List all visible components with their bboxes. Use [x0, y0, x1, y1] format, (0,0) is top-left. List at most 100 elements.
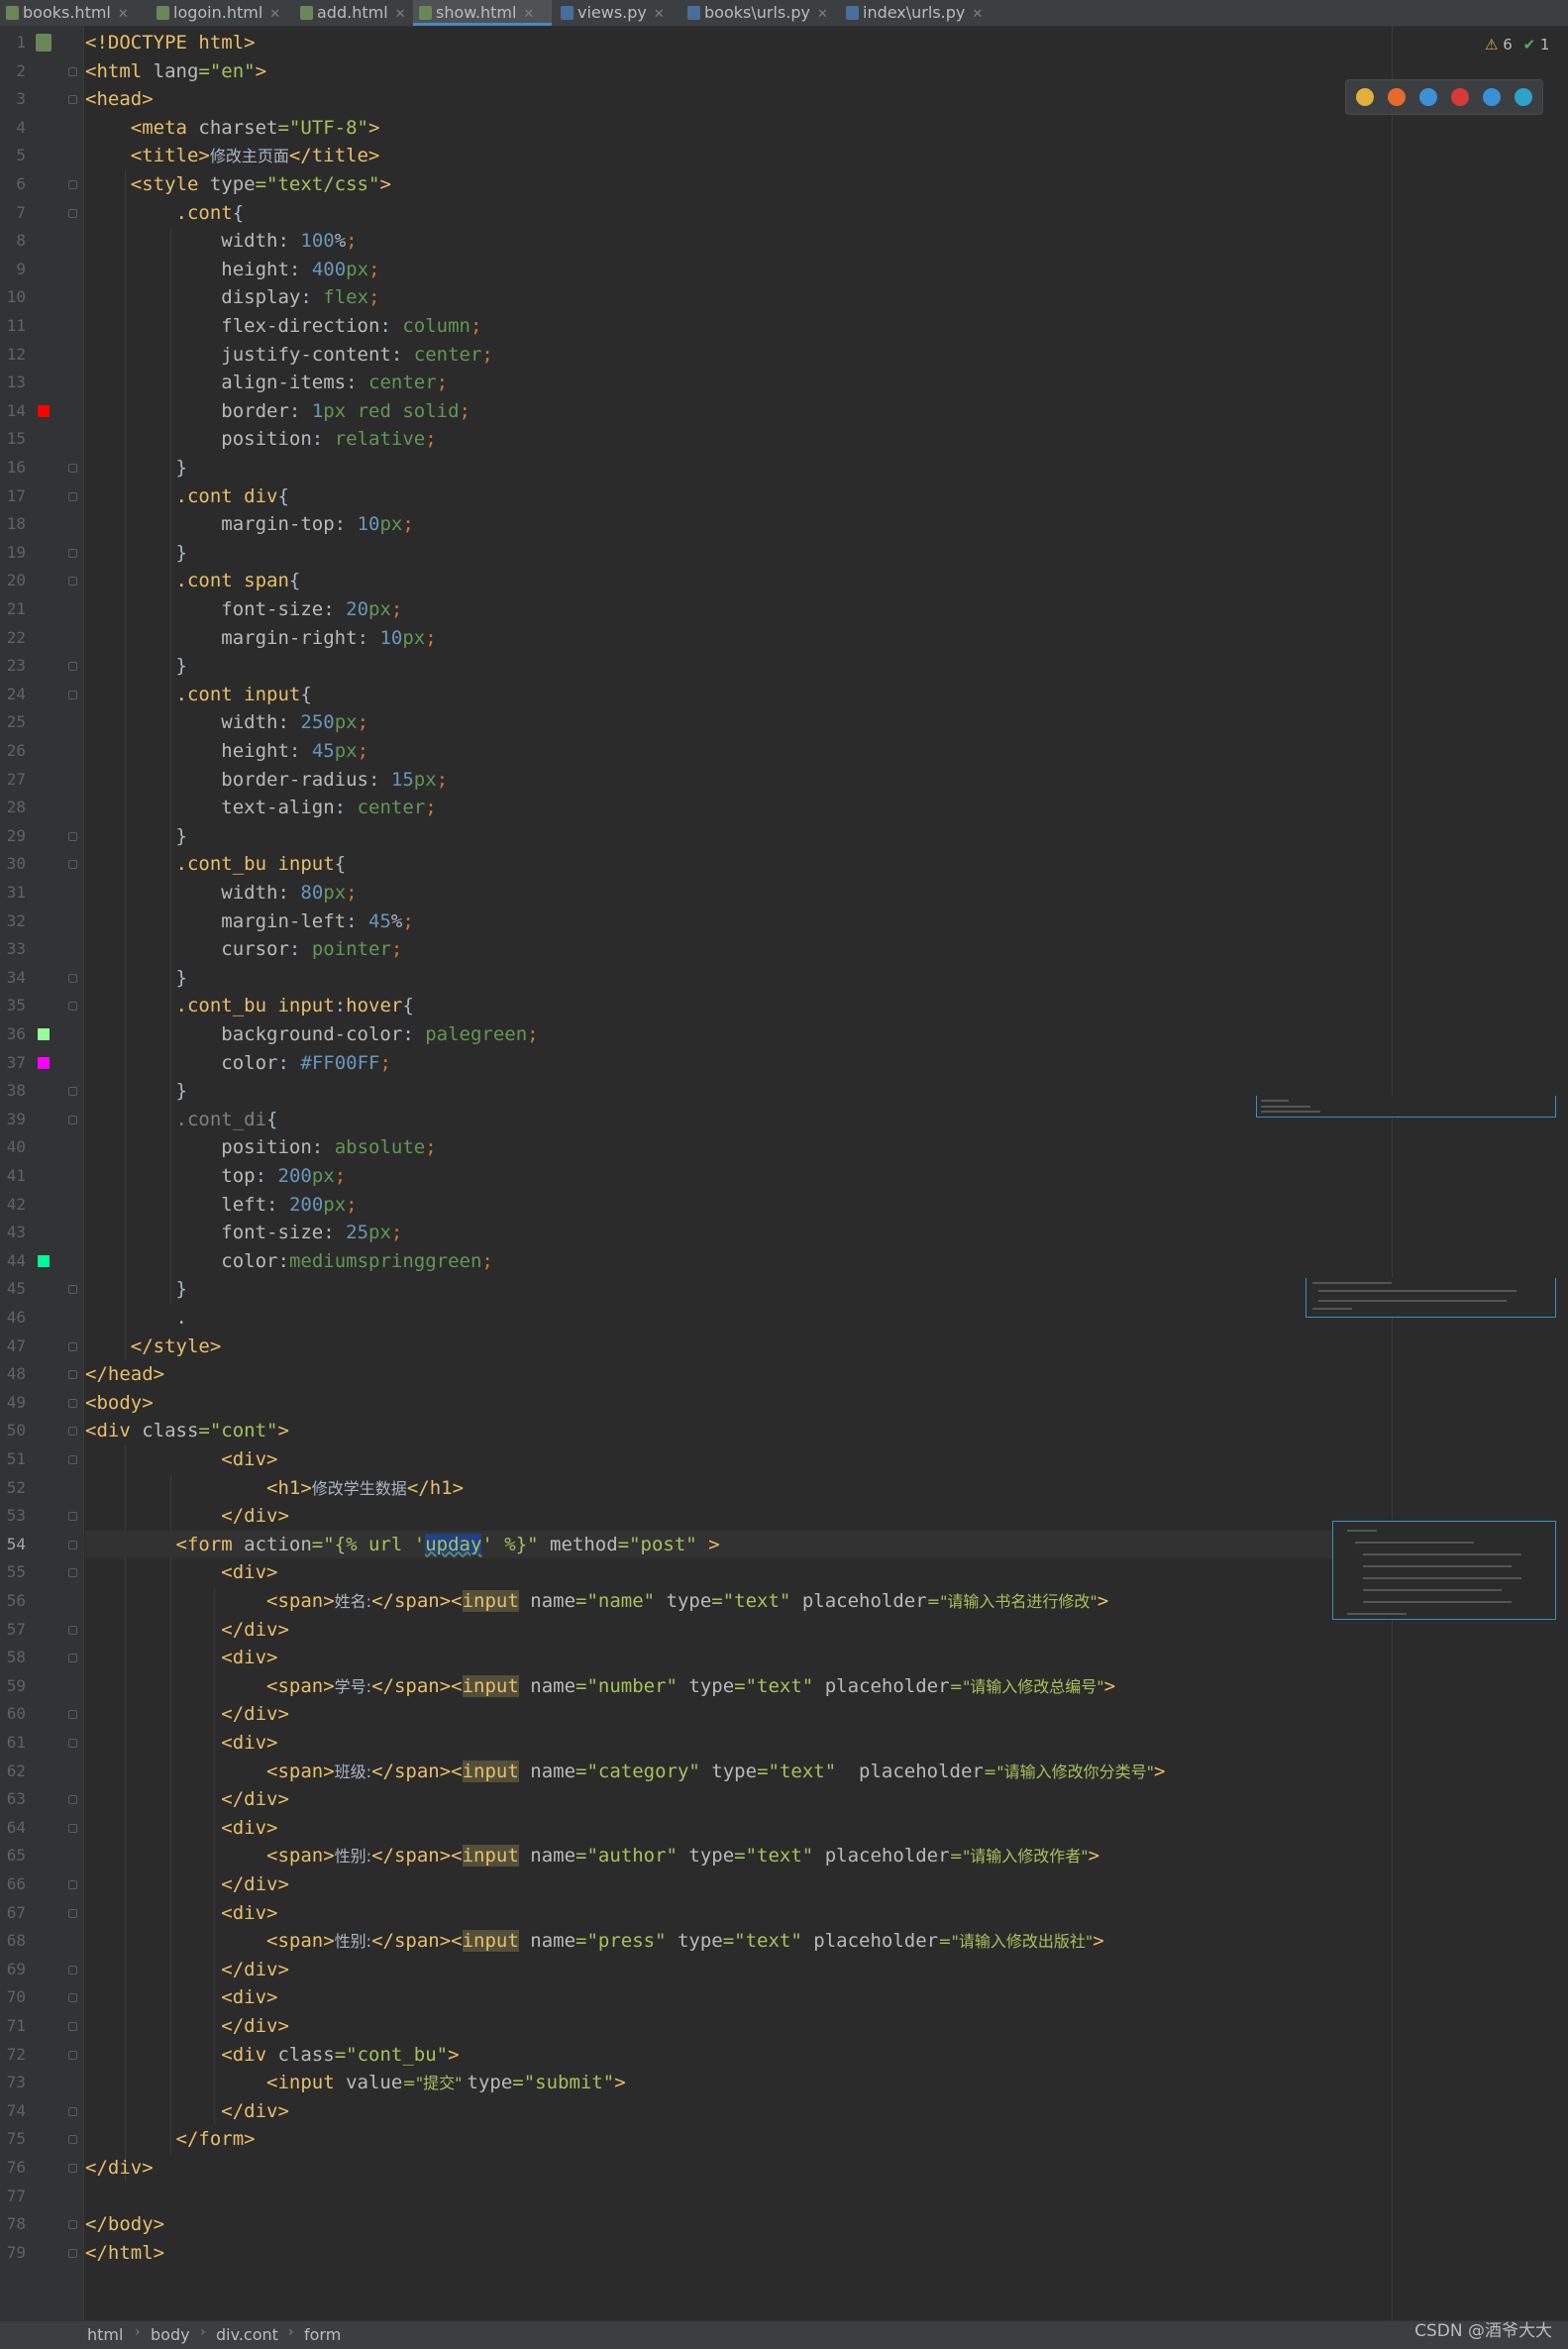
breadcrumb-item[interactable]: html: [87, 2325, 123, 2344]
ie-icon[interactable]: [1483, 88, 1501, 106]
code-line[interactable]: <div>: [85, 1814, 1391, 1843]
close-icon[interactable]: ✕: [269, 7, 280, 22]
code-line[interactable]: <body>: [85, 1389, 1391, 1418]
code-line[interactable]: .cont span{: [85, 567, 1391, 595]
code-line[interactable]: <div>: [85, 1644, 1391, 1672]
code-line[interactable]: </div>: [85, 1616, 1391, 1645]
code-line[interactable]: height: 45px;: [85, 737, 1391, 766]
fold-marker-icon[interactable]: [68, 2220, 77, 2230]
tab-add-html[interactable]: add.html ✕: [294, 0, 409, 26]
code-line[interactable]: background-color: palegreen;: [85, 1020, 1391, 1049]
code-line[interactable]: <div>: [85, 1899, 1391, 1928]
code-line[interactable]: }: [85, 964, 1391, 993]
code-line[interactable]: color:mediumspringgreen;: [85, 1247, 1391, 1276]
code-line[interactable]: color: #FF00FF;: [85, 1049, 1391, 1078]
fold-marker-icon[interactable]: [68, 1285, 77, 1295]
code-line[interactable]: position: absolute;: [85, 1133, 1391, 1162]
code-line[interactable]: <span>性别:</span><input name="author" typ…: [85, 1842, 1391, 1870]
code-line[interactable]: </div>: [85, 1956, 1391, 1984]
fold-marker-icon[interactable]: [68, 662, 77, 672]
color-swatch[interactable]: [38, 404, 50, 417]
code-line[interactable]: </div>: [85, 2012, 1391, 2041]
fold-marker-icon[interactable]: [68, 180, 77, 189]
code-line[interactable]: width: 80px;: [85, 879, 1391, 908]
fold-marker-icon[interactable]: [68, 1540, 77, 1549]
code-line[interactable]: .cont{: [85, 199, 1391, 228]
fold-marker-icon[interactable]: [68, 1625, 77, 1635]
fold-marker-icon[interactable]: [68, 860, 77, 870]
code-line[interactable]: .cont_bu input{: [85, 850, 1391, 879]
code-line[interactable]: <title>修改主页面</title>: [85, 142, 1391, 170]
code-line[interactable]: <h1>修改学生数据</h1>: [85, 1474, 1391, 1503]
code-line[interactable]: <style type="text/css">: [85, 170, 1391, 199]
code-line[interactable]: </html>: [85, 2239, 1391, 2268]
code-line[interactable]: </div>: [85, 2154, 1391, 2183]
code-line[interactable]: <form action="{% url 'upday' %}" method=…: [85, 1530, 1391, 1559]
tab-show-html[interactable]: show.html ✕: [413, 0, 552, 26]
safari-icon[interactable]: [1419, 88, 1437, 106]
code-line[interactable]: }: [85, 822, 1391, 851]
code-line[interactable]: <span>学号:</span><input name="number" typ…: [85, 1672, 1391, 1701]
code-line[interactable]: <!DOCTYPE html>: [85, 29, 1391, 57]
fold-marker-icon[interactable]: [68, 1341, 77, 1351]
code-line[interactable]: border-radius: 15px;: [85, 766, 1391, 795]
code-line[interactable]: <div>: [85, 1445, 1391, 1474]
fold-marker-icon[interactable]: [68, 208, 77, 218]
code-line[interactable]: </div>: [85, 1785, 1391, 1814]
opera-icon[interactable]: [1451, 88, 1469, 106]
code-line[interactable]: .cont input{: [85, 681, 1391, 709]
code-line[interactable]: align-items: center;: [85, 369, 1391, 397]
code-line[interactable]: </head>: [85, 1360, 1391, 1389]
tab-views-py[interactable]: views.py ✕: [555, 0, 678, 26]
code-line[interactable]: text-align: center;: [85, 794, 1391, 822]
fold-marker-icon[interactable]: [68, 1455, 77, 1464]
firefox-icon[interactable]: [1388, 88, 1406, 106]
inspection-widget[interactable]: ⚠ 6 ✔ 1: [1485, 36, 1549, 55]
code-line[interactable]: .: [85, 1304, 1391, 1333]
code-line[interactable]: .cont div{: [85, 482, 1391, 511]
fold-marker-icon[interactable]: [68, 548, 77, 558]
code-line[interactable]: </body>: [85, 2210, 1391, 2239]
fold-marker-icon[interactable]: [68, 1398, 77, 1408]
tab-books-html[interactable]: books.html ✕: [0, 0, 147, 26]
close-icon[interactable]: ✕: [817, 7, 828, 22]
breadcrumb-item[interactable]: body: [151, 2325, 190, 2344]
code-line[interactable]: </form>: [85, 2125, 1391, 2154]
code-line[interactable]: font-size: 25px;: [85, 1219, 1391, 1247]
code-line[interactable]: </div>: [85, 1502, 1391, 1531]
code-line[interactable]: width: 250px;: [85, 708, 1391, 737]
fold-marker-icon[interactable]: [68, 1370, 77, 1380]
fold-marker-icon[interactable]: [68, 1710, 77, 1720]
fold-marker-icon[interactable]: [68, 2022, 77, 2031]
code-line[interactable]: <div class="cont_bu">: [85, 2041, 1391, 2070]
fold-marker-icon[interactable]: [68, 1739, 77, 1748]
code-line[interactable]: <div>: [85, 1729, 1391, 1758]
color-swatch[interactable]: [38, 1028, 50, 1040]
fold-marker-icon[interactable]: [68, 1115, 77, 1124]
fold-marker-icon[interactable]: [68, 95, 77, 105]
code-line[interactable]: <div class="cont">: [85, 1417, 1391, 1445]
code-line[interactable]: top: 200px;: [85, 1162, 1391, 1191]
code-line[interactable]: <div>: [85, 1983, 1391, 2012]
close-icon[interactable]: ✕: [654, 7, 665, 22]
code-line[interactable]: justify-content: center;: [85, 341, 1391, 370]
close-icon[interactable]: ✕: [395, 7, 406, 22]
fold-marker-icon[interactable]: [68, 1823, 77, 1833]
fold-marker-icon[interactable]: [68, 2248, 77, 2258]
code-line[interactable]: <span>性别:</span><input name="press" type…: [85, 1927, 1391, 1956]
code-line[interactable]: </div>: [85, 1870, 1391, 1899]
code-line[interactable]: margin-right: 10px;: [85, 624, 1391, 653]
code-line[interactable]: width: 100%;: [85, 227, 1391, 256]
code-line[interactable]: }: [85, 1077, 1391, 1106]
fold-marker-icon[interactable]: [68, 1880, 77, 1889]
code-line[interactable]: font-size: 20px;: [85, 595, 1391, 624]
code-line[interactable]: <meta charset="UTF-8">: [85, 114, 1391, 143]
fold-marker-icon[interactable]: [68, 1002, 77, 1012]
fold-marker-icon[interactable]: [68, 1965, 77, 1975]
edge-icon[interactable]: [1515, 88, 1532, 106]
code-line[interactable]: position: relative;: [85, 425, 1391, 454]
fold-marker-icon[interactable]: [68, 1795, 77, 1805]
fold-marker-icon[interactable]: [68, 831, 77, 841]
fold-marker-icon[interactable]: [68, 1654, 77, 1663]
code-line[interactable]: border: 1px red solid;: [85, 397, 1391, 426]
